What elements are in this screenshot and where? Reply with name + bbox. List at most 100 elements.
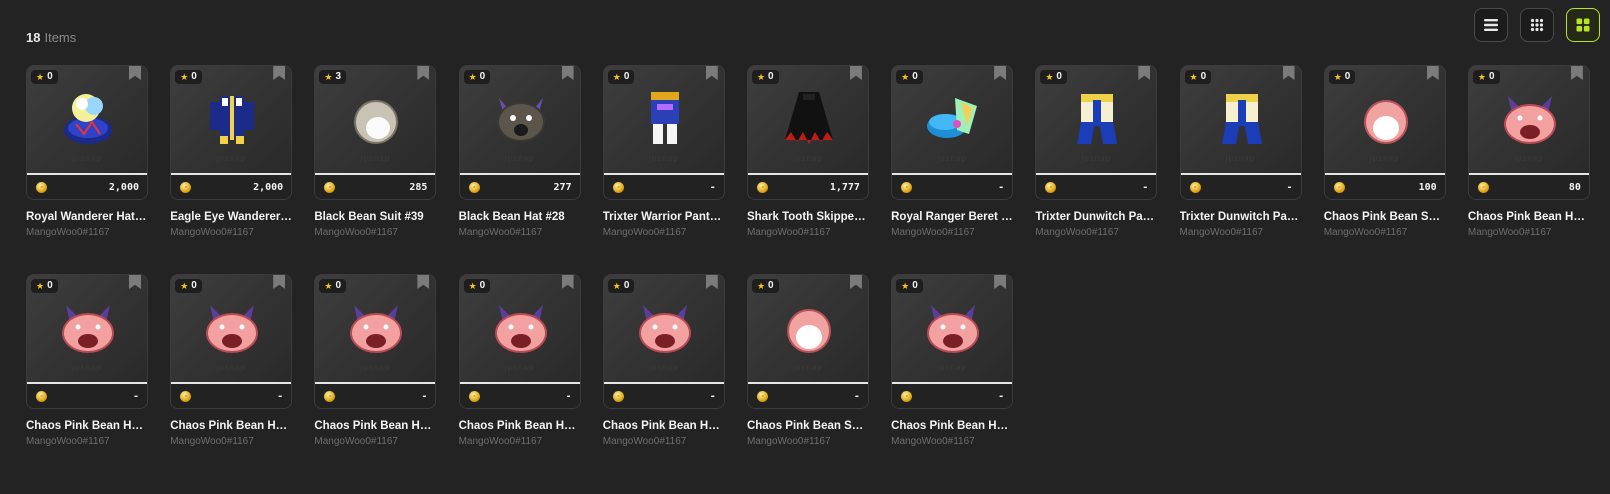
- item-card-frame[interactable]: jpsnap ★ 0 ◦ 80: [1467, 65, 1590, 200]
- item-owner[interactable]: MangoWoo0#1167: [1180, 227, 1302, 238]
- price-bar: ◦ 2,000: [171, 175, 292, 199]
- item-owner[interactable]: MangoWoo0#1167: [1468, 227, 1590, 238]
- item-owner[interactable]: MangoWoo0#1167: [459, 436, 581, 447]
- star-badge: ★ 0: [31, 70, 58, 84]
- item-card[interactable]: jpsnap ★ 0 ◦ - Chaos Pink Bean Suit ... …: [746, 274, 869, 483]
- item-card[interactable]: jpsnap ★ 0 ◦ - Chaos Pink Bean Hat #... …: [602, 274, 725, 483]
- item-name[interactable]: Trixter Dunwitch Pants...: [1035, 211, 1157, 223]
- item-card-frame[interactable]: jpsnap ★ 0 ◦ -: [1035, 65, 1158, 200]
- item-owner[interactable]: MangoWoo0#1167: [170, 436, 292, 447]
- watermark-text: jpsnap: [1081, 154, 1112, 163]
- item-card[interactable]: jpsnap ★ 0 ◦ - Trixter Dunwitch Pants...…: [1179, 65, 1302, 274]
- item-card-frame[interactable]: jpsnap ★ 0 ◦ 277: [458, 65, 581, 200]
- item-owner[interactable]: MangoWoo0#1167: [891, 227, 1013, 238]
- item-owner[interactable]: MangoWoo0#1167: [26, 227, 148, 238]
- item-card-frame[interactable]: jpsnap ★ 0 ◦ -: [458, 274, 581, 409]
- star-badge: ★ 0: [1472, 70, 1500, 84]
- list-view-button[interactable]: [1474, 8, 1508, 42]
- star-badge: ★ 0: [31, 279, 58, 293]
- item-card-frame[interactable]: jpsnap ★ 0 ◦ 2,000: [170, 65, 293, 200]
- item-name[interactable]: Black Bean Hat #28: [459, 211, 581, 223]
- item-card-frame[interactable]: jpsnap ★ 0 ◦ 100: [1323, 65, 1446, 200]
- item-owner[interactable]: MangoWoo0#1167: [1324, 227, 1446, 238]
- item-owner[interactable]: MangoWoo0#1167: [459, 227, 581, 238]
- grid-small-view-button[interactable]: [1520, 8, 1554, 42]
- item-card[interactable]: jpsnap ★ 0 ◦ - Trixter Dunwitch Pants...…: [1035, 65, 1158, 274]
- star-count: 0: [191, 71, 197, 82]
- item-name[interactable]: Chaos Pink Bean Hat #...: [891, 420, 1013, 432]
- item-name[interactable]: Chaos Pink Bean Hat #...: [603, 420, 725, 432]
- item-owner[interactable]: MangoWoo0#1167: [747, 436, 869, 447]
- item-card-frame[interactable]: jpsnap ★ 0 ◦ -: [746, 274, 869, 409]
- item-name[interactable]: Chaos Pink Bean Hat #...: [26, 420, 148, 432]
- item-card[interactable]: jpsnap ★ 0 ◦ 1,777 Shark Tooth Skipper C…: [746, 65, 869, 274]
- item-card[interactable]: jpsnap ★ 0 ◦ - Chaos Pink Bean Hat #... …: [26, 274, 148, 483]
- item-card-frame[interactable]: jpsnap ★ 0 ◦ -: [26, 274, 148, 409]
- item-card[interactable]: jpsnap ★ 0 ◦ 2,000 Royal Wanderer Hat #2…: [26, 65, 148, 274]
- item-name[interactable]: Chaos Pink Bean Hat #...: [314, 420, 436, 432]
- watermark-text: jpsnap: [504, 154, 535, 163]
- item-card[interactable]: jpsnap ★ 0 ◦ 80 Chaos Pink Bean Hat #...…: [1467, 65, 1590, 274]
- item-card-frame[interactable]: jpsnap ★ 0 ◦ -: [314, 274, 437, 409]
- item-name[interactable]: Chaos Pink Bean Hat #...: [170, 420, 292, 432]
- watermark-text: jpsnap: [648, 154, 679, 163]
- item-owner[interactable]: MangoWoo0#1167: [747, 227, 869, 238]
- item-owner[interactable]: MangoWoo0#1167: [891, 436, 1013, 447]
- item-card[interactable]: jpsnap ★ 0 ◦ 277 Black Bean Hat #28 Mang…: [458, 65, 581, 274]
- coin-icon: ◦: [1477, 181, 1489, 193]
- item-card[interactable]: jpsnap ★ 0 ◦ - Royal Ranger Beret #15 Ma…: [891, 65, 1014, 274]
- price-value: 1,777: [829, 181, 860, 193]
- price-value: -: [1286, 181, 1293, 193]
- item-owner[interactable]: MangoWoo0#1167: [26, 436, 148, 447]
- item-owner[interactable]: MangoWoo0#1167: [1035, 227, 1157, 238]
- item-card-frame[interactable]: jpsnap ★ 0 ◦ -: [602, 65, 725, 200]
- item-card-frame[interactable]: jpsnap ★ 0 ◦ -: [891, 274, 1014, 409]
- item-owner[interactable]: MangoWoo0#1167: [603, 436, 725, 447]
- item-owner[interactable]: MangoWoo0#1167: [314, 436, 436, 447]
- item-card-frame[interactable]: jpsnap ★ 0 ◦ -: [891, 65, 1014, 200]
- price-bar: ◦ -: [603, 384, 724, 408]
- item-owner[interactable]: MangoWoo0#1167: [603, 227, 725, 238]
- star-icon: ★: [180, 72, 189, 82]
- star-icon: ★: [612, 281, 621, 291]
- item-card[interactable]: jpsnap ★ 0 ◦ - Chaos Pink Bean Hat #... …: [891, 274, 1014, 483]
- star-count: 0: [623, 71, 630, 82]
- item-card[interactable]: jpsnap ★ 0 ◦ - Chaos Pink Bean Hat #... …: [314, 274, 437, 483]
- item-name[interactable]: Shark Tooth Skipper C...: [747, 211, 869, 223]
- star-count: 0: [768, 280, 774, 291]
- item-card-frame[interactable]: jpsnap ★ 0 ◦ -: [1179, 65, 1302, 200]
- item-card-frame[interactable]: jpsnap ★ 3 ◦ 285: [314, 65, 437, 200]
- coin-icon: ◦: [756, 181, 768, 193]
- item-card[interactable]: jpsnap ★ 0 ◦ - Trixter Warrior Pants #..…: [602, 65, 725, 274]
- coin-icon: ◦: [468, 181, 480, 193]
- watermark-text: jpsnap: [1225, 154, 1256, 163]
- item-card-frame[interactable]: jpsnap ★ 0 ◦ -: [170, 274, 293, 409]
- item-card[interactable]: jpsnap ★ 0 ◦ - Chaos Pink Bean Hat #... …: [170, 274, 293, 483]
- item-owner[interactable]: MangoWoo0#1167: [170, 227, 292, 238]
- bean-suit-pink-sprite: [777, 295, 841, 359]
- item-name[interactable]: Royal Ranger Beret #15: [891, 211, 1013, 223]
- item-name[interactable]: Black Bean Suit #39: [314, 211, 436, 223]
- item-name[interactable]: Trixter Dunwitch Pants...: [1180, 211, 1302, 223]
- grid-large-view-button[interactable]: [1566, 8, 1600, 42]
- item-card[interactable]: jpsnap ★ 0 ◦ 2,000 Eagle Eye Wanderer C.…: [170, 65, 293, 274]
- item-card[interactable]: jpsnap ★ 3 ◦ 285 Black Bean Suit #39 Man…: [314, 65, 437, 274]
- star-icon: ★: [36, 72, 45, 82]
- price-bar: ◦ -: [747, 384, 868, 408]
- item-name[interactable]: Eagle Eye Wanderer C...: [170, 211, 292, 223]
- cape-black-sprite: [777, 86, 841, 150]
- item-name[interactable]: Chaos Pink Bean Hat #...: [1468, 211, 1590, 223]
- item-name[interactable]: Chaos Pink Bean Suit ...: [747, 420, 869, 432]
- item-name[interactable]: Trixter Warrior Pants #...: [603, 211, 725, 223]
- item-card[interactable]: jpsnap ★ 0 ◦ - Chaos Pink Bean Hat #... …: [458, 274, 581, 483]
- bean-hat-pink-sprite: [1498, 86, 1562, 150]
- item-name[interactable]: Chaos Pink Bean Suit ...: [1324, 211, 1446, 223]
- item-card-frame[interactable]: jpsnap ★ 0 ◦ 2,000: [26, 65, 148, 200]
- item-card[interactable]: jpsnap ★ 0 ◦ 100 Chaos Pink Bean Suit ..…: [1323, 65, 1446, 274]
- bean-suit-white-sprite: [344, 86, 408, 150]
- item-card-frame[interactable]: jpsnap ★ 0 ◦ -: [602, 274, 725, 409]
- item-name[interactable]: Royal Wanderer Hat #21: [26, 211, 148, 223]
- item-card-frame[interactable]: jpsnap ★ 0 ◦ 1,777: [746, 65, 869, 200]
- item-owner[interactable]: MangoWoo0#1167: [314, 227, 436, 238]
- item-name[interactable]: Chaos Pink Bean Hat #...: [459, 420, 581, 432]
